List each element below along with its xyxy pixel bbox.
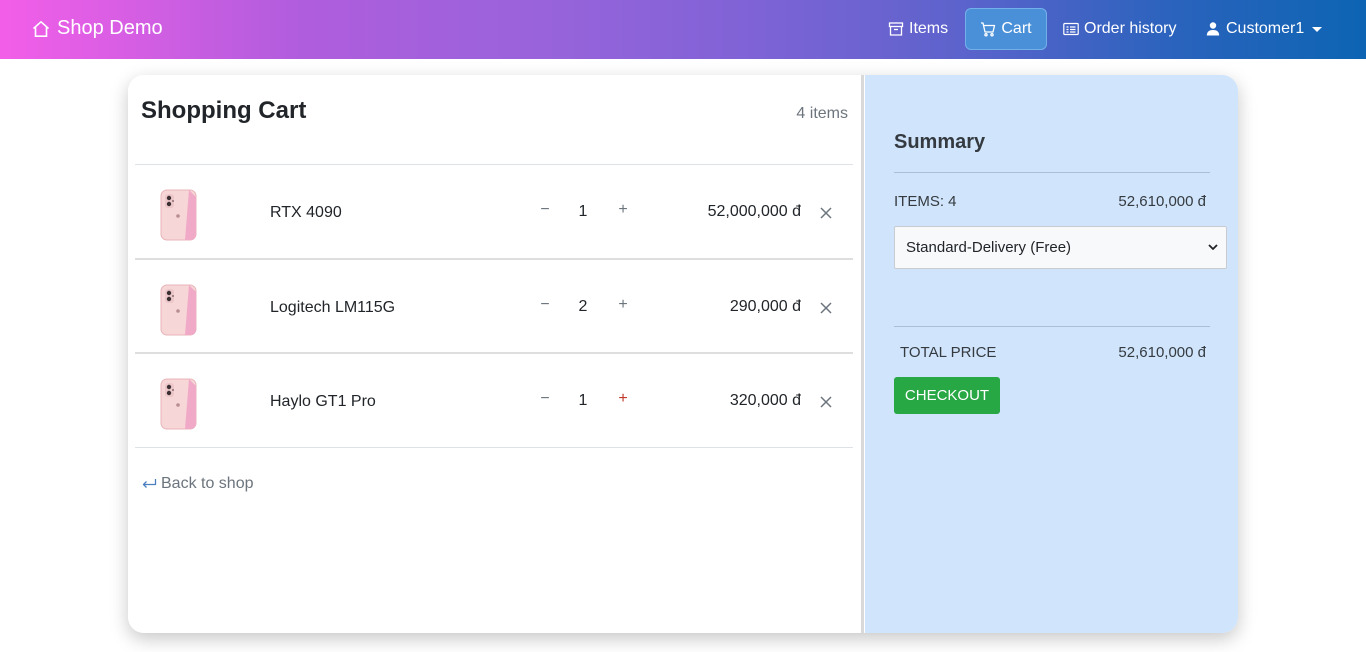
cart-card: Shopping Cart 4 items RTX 4090 − 1 + 52,… — [128, 75, 1238, 633]
product-name: RTX 4090 — [270, 204, 342, 221]
product-thumbnail — [160, 189, 197, 241]
qty-value: 1 — [578, 203, 588, 220]
product-price: 320,000 đ — [729, 392, 801, 409]
total-price-value: 52,610,000 đ — [1118, 344, 1206, 361]
nav-order-history-link[interactable]: Order history — [1059, 8, 1180, 50]
product-price: 52,000,000 đ — [707, 203, 801, 220]
summary-items-label: ITEMS: 4 — [894, 193, 957, 210]
summary-divider — [894, 172, 1210, 173]
delivery-selected-option: Standard-Delivery (Free) — [906, 239, 1072, 256]
cart-row: RTX 4090 − 1 + 52,000,000 đ — [135, 165, 853, 258]
summary-total-divider — [894, 326, 1210, 327]
qty-increment-button[interactable]: + — [616, 296, 630, 314]
qty-value: 2 — [578, 298, 588, 315]
cart-pane: Shopping Cart 4 items RTX 4090 − 1 + 52,… — [128, 75, 863, 633]
qty-decrement-button[interactable]: − — [538, 296, 552, 314]
close-icon[interactable] — [819, 301, 833, 315]
cart-item-count: 4 items — [796, 105, 848, 122]
brand-link[interactable]: Shop Demo — [31, 17, 163, 40]
chevron-down-icon — [1208, 244, 1218, 250]
house-icon — [32, 20, 50, 37]
product-thumbnail — [160, 378, 197, 430]
nav-cart-link[interactable]: Cart — [965, 8, 1047, 50]
top-navbar: Shop Demo Items Cart Order history Custo… — [0, 0, 1366, 59]
summary-title: Summary — [894, 131, 986, 153]
user-name-label: Customer1 — [1226, 20, 1305, 37]
close-icon[interactable] — [819, 395, 833, 409]
person-icon — [1206, 22, 1220, 36]
product-name: Haylo GT1 Pro — [270, 393, 376, 410]
summary-pane: Summary ITEMS: 4 52,610,000 đ Standard-D… — [865, 75, 1238, 633]
cart-row: Haylo GT1 Pro − 1 + 320,000 đ — [135, 354, 853, 447]
back-to-shop-label: Back to shop — [161, 475, 254, 492]
archive-box-icon — [888, 22, 904, 36]
nav-cart-label: Cart — [1001, 20, 1032, 37]
user-menu-dropdown[interactable]: Customer1 — [1201, 8, 1326, 50]
nav-items-link[interactable]: Items — [884, 8, 952, 50]
cart-icon — [981, 22, 996, 37]
caret-down-icon — [1312, 26, 1323, 32]
nav-order-history-label: Order history — [1084, 20, 1177, 37]
cart-row: Logitech LM115G − 2 + 290,000 đ — [135, 260, 853, 353]
close-icon[interactable] — [819, 206, 833, 220]
product-thumbnail — [160, 284, 197, 336]
delivery-select[interactable]: Standard-Delivery (Free) — [894, 226, 1227, 269]
receipt-card-icon — [1063, 22, 1079, 36]
qty-decrement-button[interactable]: − — [538, 390, 552, 408]
total-price-label: TOTAL PRICE — [900, 344, 997, 361]
product-name: Logitech LM115G — [270, 299, 396, 316]
pane-divider — [861, 75, 864, 633]
qty-value: 1 — [578, 392, 588, 409]
cart-bottom-divider — [135, 447, 853, 448]
checkout-button[interactable]: CHECKOUT — [894, 377, 1000, 414]
summary-items-value: 52,610,000 đ — [1118, 193, 1206, 210]
cart-title: Shopping Cart — [141, 97, 307, 124]
nav-items-label: Items — [909, 20, 949, 37]
product-price: 290,000 đ — [729, 298, 801, 315]
qty-increment-button[interactable]: + — [616, 390, 630, 408]
return-arrow-icon — [142, 479, 157, 488]
qty-increment-button[interactable]: + — [616, 201, 630, 219]
back-to-shop-link[interactable]: Back to shop — [141, 475, 254, 493]
brand-label: Shop Demo — [57, 17, 163, 39]
qty-decrement-button[interactable]: − — [538, 201, 552, 219]
